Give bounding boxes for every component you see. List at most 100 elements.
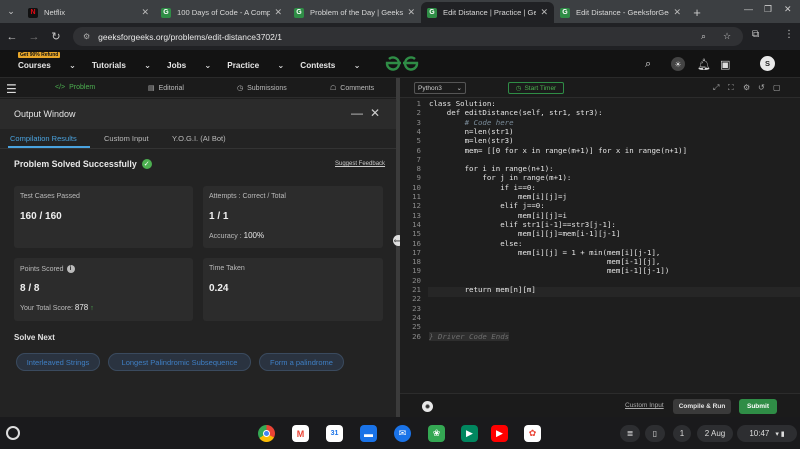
reload-icon[interactable]: ↻ (46, 27, 66, 47)
close-tab-icon[interactable]: ✕ (673, 7, 681, 18)
search-icon[interactable]: ⌕ (645, 58, 651, 71)
tab-search-icon[interactable]: ⌄ (0, 0, 22, 23)
code-line[interactable]: 3 # Code here (400, 118, 800, 127)
code-line[interactable]: 20 (400, 276, 800, 285)
code-line[interactable]: 14 elif str1[i-1]==str3[j-1]: (400, 220, 800, 229)
back-arrow-icon[interactable]: ← (2, 27, 22, 47)
messages-app-icon[interactable]: ✉ (394, 425, 411, 442)
browser-tab-100-days[interactable]: G 100 Days of Code - A Comp ✕ (155, 2, 288, 23)
start-timer-button[interactable]: ◷ Start Timer (508, 82, 564, 94)
photos-icon[interactable]: ❀ (428, 425, 445, 442)
code-line[interactable]: 23 (400, 304, 800, 313)
extensions-icon[interactable]: ⧉ (752, 29, 759, 40)
files-icon[interactable]: ▬ (360, 425, 377, 442)
date-display[interactable]: 2 Aug (697, 425, 733, 442)
code-line[interactable]: 18 mem[i-1][j], (400, 257, 800, 266)
code-line[interactable]: 11 mem[i][j]=j (400, 192, 800, 201)
address-bar[interactable]: ⚙ geeksforgeeks.org/problems/edit-distan… (73, 27, 743, 46)
menu-hamburger-icon[interactable]: ☰ (6, 82, 17, 96)
tab-submissions[interactable]: ◷ Submissions (237, 84, 287, 93)
tab-compilation-results[interactable]: Compilation Results (10, 134, 77, 143)
editor-fullscreen-icon[interactable]: ▢ (773, 83, 781, 92)
chrome-icon[interactable] (258, 425, 275, 442)
tab-problem[interactable]: </> Problem (55, 84, 95, 91)
code-line[interactable]: 9 for j in range(m+1): (400, 173, 800, 182)
close-window-icon[interactable]: ✕ (784, 4, 792, 15)
code-line[interactable]: 2 def editDistance(self, str1, str3): (400, 108, 800, 117)
code-line[interactable]: 4 n=len(str1) (400, 127, 800, 136)
browser-tab-potd[interactable]: G Problem of the Day | Geeksfo ✕ (288, 2, 421, 23)
browser-menu-icon[interactable]: ⋮ (784, 29, 794, 40)
close-tab-icon[interactable]: ✕ (407, 7, 415, 18)
notification-count[interactable]: 1 (673, 425, 691, 442)
phone-hub-icon[interactable]: ▯ (645, 425, 665, 442)
tray-clipboard-icon[interactable]: ≣ (620, 425, 640, 442)
code-line[interactable]: 12 elif j==0: (400, 201, 800, 210)
expand-icon[interactable]: ⛶ (728, 83, 734, 93)
custom-input-link[interactable]: Custom Input (625, 402, 664, 409)
code-line[interactable]: 7 (400, 155, 800, 164)
nav-tutorials[interactable]: Tutorials ⌄ (92, 60, 151, 70)
compile-run-button[interactable]: Compile & Run (673, 399, 731, 414)
forward-arrow-icon[interactable]: → (24, 27, 44, 47)
close-tab-icon[interactable]: ✕ (274, 7, 282, 18)
google-photos-icon[interactable]: ✿ (524, 425, 541, 442)
code-line[interactable]: 10 if i==0: (400, 183, 800, 192)
settings-icon[interactable]: ⚙ (743, 83, 750, 92)
tab-editorial[interactable]: ▤ Editorial (148, 84, 184, 93)
tab-comments[interactable]: ☖ Comments (330, 84, 374, 93)
restore-window-icon[interactable]: ❐ (764, 4, 772, 15)
code-line[interactable]: 13 mem[i][j]=i (400, 211, 800, 220)
close-tab-icon[interactable]: ✕ (141, 7, 149, 18)
code-line[interactable]: 25 (400, 322, 800, 331)
code-line[interactable]: 19 mem[i-1][j-1]) (400, 266, 800, 275)
close-tab-icon[interactable]: ✕ (540, 7, 548, 18)
zoom-icon[interactable]: ⌕ (701, 31, 706, 42)
minimize-panel-icon[interactable]: — (351, 106, 363, 120)
code-line[interactable]: 17 mem[i][j] = 1 + min(mem[i][j-1], (400, 248, 800, 257)
nav-courses[interactable]: Courses ⌄ (18, 60, 76, 70)
code-line[interactable]: 5 m=len(str3) (400, 136, 800, 145)
browser-tab-edit-distance-article[interactable]: G Edit Distance - GeeksforGeeks ✕ (554, 2, 687, 23)
code-line[interactable]: 1 class Solution: (400, 99, 800, 108)
fullscreen-icon[interactable]: ⤢ (713, 83, 719, 93)
code-line[interactable]: 8 for i in range(n+1): (400, 164, 800, 173)
code-line[interactable]: 22 (400, 294, 800, 303)
nav-jobs[interactable]: Jobs ⌄ (167, 60, 211, 70)
youtube-icon[interactable]: ▶ (491, 425, 508, 442)
play-store-icon[interactable]: ▶ (461, 425, 478, 442)
reset-code-icon[interactable]: ↺ (758, 83, 765, 92)
browser-tab-edit-distance-practice[interactable]: G Edit Distance | Practice | Geek ✕ (421, 2, 554, 23)
close-panel-icon[interactable]: ✕ (370, 106, 380, 120)
gmail-icon[interactable]: M (292, 425, 309, 442)
nav-practice[interactable]: Practice ⌄ (227, 60, 284, 70)
user-avatar[interactable]: S (760, 56, 775, 71)
launcher-icon[interactable] (6, 426, 20, 440)
lightbulb-icon[interactable]: ✹ (422, 401, 433, 412)
theme-toggle-icon[interactable]: ☀ (671, 57, 685, 71)
solve-next-form-a-palindrome[interactable]: Form a palindrome (259, 353, 344, 371)
code-line[interactable]: 24 (400, 313, 800, 322)
language-select[interactable]: Python3 ⌄ (414, 82, 466, 94)
solve-next-interleaved-strings[interactable]: Interleaved Strings (16, 353, 100, 371)
bookmark-star-icon[interactable]: ☆ (723, 31, 731, 42)
browser-tab-netflix[interactable]: N Netflix ✕ (22, 2, 155, 23)
suggest-feedback-link[interactable]: Suggest Feedback (335, 161, 385, 167)
minimize-window-icon[interactable]: — (744, 4, 753, 14)
nav-contests[interactable]: Contests ⌄ (300, 60, 360, 70)
site-info-icon[interactable]: ⚙ (83, 32, 90, 41)
code-line[interactable]: 26} Driver Code Ends (400, 331, 800, 341)
info-icon[interactable]: i (66, 265, 75, 273)
messages-icon[interactable]: ▣ (720, 58, 730, 71)
tab-custom-input[interactable]: Custom Input (104, 134, 149, 143)
new-tab-icon[interactable]: + (687, 2, 707, 23)
code-line[interactable]: 15 mem[i][j]=mem[i-1][j-1] (400, 229, 800, 238)
code-line[interactable]: 6 mem= [[0 for x in range(m+1)] for x in… (400, 146, 800, 155)
notification-bell-icon[interactable]: 🔔︎ (697, 58, 711, 71)
code-editor[interactable]: 1 class Solution: 2 def editDistance(self,… (400, 98, 800, 393)
code-line[interactable]: 16 else: (400, 239, 800, 248)
solve-next-longest-palindromic-subsequence[interactable]: Longest Palindromic Subsequence (108, 353, 251, 371)
gfg-logo[interactable] (385, 55, 419, 76)
code-line[interactable]: 21 return mem[n][m] (400, 285, 800, 294)
tab-yogi-ai-bot[interactable]: Y.O.G.I. (AI Bot) (172, 134, 226, 143)
